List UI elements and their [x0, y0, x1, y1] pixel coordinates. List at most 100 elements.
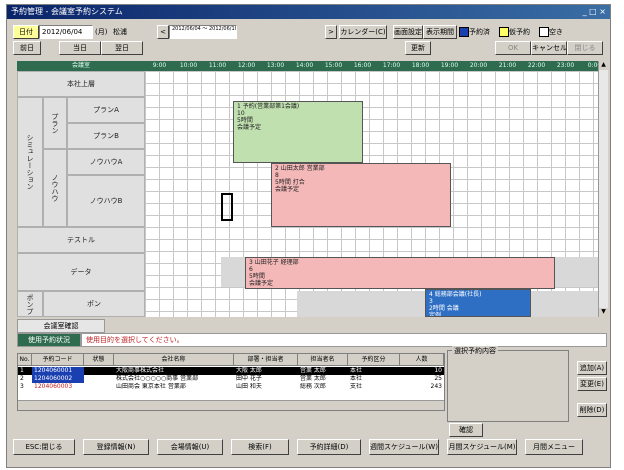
cell-code: 1204060003	[34, 383, 73, 390]
reservation-block[interactable]: 2 山田太郎 営業部 8 5時間 打合 会議予定	[271, 163, 451, 227]
weekday-extra: 松浦	[113, 28, 127, 36]
date-field[interactable]: 2012/06/04	[39, 25, 93, 39]
time-header-cell: 18:00	[411, 62, 430, 69]
ok-button[interactable]: OK	[495, 41, 531, 55]
footer-button[interactable]: 登録情報(N)	[83, 439, 149, 455]
legend-swatch-1	[459, 27, 469, 37]
room-row-4[interactable]: ノウハウB	[67, 175, 145, 227]
room-row-7[interactable]: ポン	[43, 291, 145, 317]
footer-button[interactable]: 月間メニュー	[525, 439, 583, 455]
footer-button[interactable]: 会場情報(U)	[157, 439, 223, 455]
time-header-cell: 23:00	[556, 62, 575, 69]
scroll-down-icon[interactable]: ▼	[599, 308, 608, 317]
reservation-block[interactable]: 4 総務部会議(社長) 3 2時間 会議 定例	[425, 289, 531, 317]
column-header[interactable]: 状態	[84, 354, 114, 366]
group-title: 選択予約内容	[452, 346, 498, 356]
window-title: 予約管理 - 会議室予約システム	[11, 7, 123, 16]
vertical-scrollbar[interactable]: ▲ ▼	[598, 61, 608, 317]
today-button[interactable]: 当日	[59, 41, 101, 55]
time-header-cell: 20:00	[469, 62, 488, 69]
cell-status	[84, 383, 114, 391]
room-row-2[interactable]: プランB	[67, 123, 145, 149]
period-setting-button[interactable]: 表示期間	[423, 25, 457, 39]
reservation-list[interactable]: No. 予約コード 状態 会社名称 部署・担当者 担当者名 予約区分 人数 1 …	[17, 353, 445, 411]
scroll-up-icon[interactable]: ▲	[599, 61, 608, 70]
schedule-grid[interactable]: 1 予約(営業部第1会議) 10 5時間 会議予定 2 山田太郎 営業部 8 5…	[145, 71, 598, 317]
time-header-cell: 9:00	[152, 62, 167, 69]
next-week-button[interactable]: >	[325, 25, 337, 39]
column-header[interactable]: 予約コード	[32, 354, 84, 366]
prev-day-button[interactable]: 前日	[13, 41, 41, 55]
room-row-6[interactable]: データ	[17, 253, 145, 291]
table-row[interactable]: 1 1204060001 大阪商事株式会社 大阪 太郎 営業 太郎 本社 10	[18, 367, 444, 375]
next-day-button[interactable]: 翌日	[101, 41, 143, 55]
column-header[interactable]: 予約区分	[348, 354, 400, 366]
selection-detail-group: 選択予約内容	[447, 346, 569, 422]
column-header[interactable]: 部署・担当者	[234, 354, 298, 366]
reservation-block[interactable]: 1 予約(営業部第1会議) 10 5時間 会議予定	[233, 101, 363, 163]
cell-kind: 本社	[350, 367, 363, 374]
room-row-5[interactable]: テストル	[17, 227, 145, 253]
time-header-cell: 0:00	[587, 62, 599, 69]
legend-swatch-3	[539, 27, 549, 37]
cell-code: 1204060002	[32, 375, 84, 383]
delete-button[interactable]: 削除(D)	[577, 403, 607, 417]
date-button[interactable]: 日付	[13, 25, 39, 39]
horizontal-scrollbar[interactable]	[18, 400, 444, 410]
reservation-block[interactable]: 3 山田花子 経理部 6 5時間 会議予定	[245, 257, 555, 289]
time-header-cell: 12:00	[237, 62, 256, 69]
time-header: 会議室 9:00 10:00 11:00 12:00 13:00 14:00 15:00 16:…	[17, 61, 599, 71]
cell-company: 株式会社○○○○○商事 営業部	[116, 375, 199, 382]
confirm-button[interactable]: 確認	[449, 423, 483, 437]
cell-status	[84, 367, 114, 375]
room-row-1[interactable]: プランA	[67, 97, 145, 123]
weekday-label: (月)	[95, 28, 108, 36]
legend-swatch-2	[499, 27, 509, 37]
display-setting-button[interactable]: 画面設定	[393, 25, 423, 39]
cell-person: 営業 太郎	[300, 375, 326, 382]
room-row-3[interactable]: ノウハウA	[67, 149, 145, 175]
column-header[interactable]: 担当者名	[298, 354, 348, 366]
cell-kind: 本社	[350, 375, 363, 382]
column-header[interactable]: No.	[18, 354, 32, 366]
table-row[interactable]: 3 1204060003 山田商会 東京本社 営業部 山田 和夫 総務 次郎 支…	[18, 383, 444, 391]
time-header-cell: 15:00	[324, 62, 343, 69]
column-header[interactable]: 会社名称	[114, 354, 234, 366]
footer-button[interactable]: 検索(F)	[231, 439, 289, 455]
column-header[interactable]: 人数	[400, 354, 444, 366]
status-label-1: 会議室確認	[17, 319, 105, 333]
cell-company: 山田商会 東京本社 営業部	[116, 383, 186, 390]
close-button[interactable]: 閉じる	[567, 41, 603, 55]
footer-button[interactable]: 週間スケジュール(W)	[369, 439, 439, 455]
selection-cursor[interactable]	[221, 193, 233, 221]
time-header-cell: 14:00	[295, 62, 314, 69]
edit-button[interactable]: 変更(E)	[577, 377, 607, 391]
cell-person: 総務 次郎	[300, 383, 326, 390]
time-header-cell: 10:00	[179, 62, 198, 69]
room-row-0[interactable]: 本社上層	[17, 71, 145, 97]
legend-label-2: 仮予約	[509, 28, 530, 36]
time-header-cell: 21:00	[498, 62, 517, 69]
footer-button[interactable]: 月間スケジュール(M)	[447, 439, 517, 455]
add-button[interactable]: 追加(A)	[577, 361, 607, 375]
footer-button[interactable]: ESC:閉じる	[13, 439, 75, 455]
window-controls[interactable]: _ □ ×	[583, 5, 606, 19]
cell-code: 1204060001	[32, 367, 84, 375]
cell-no: 3	[20, 383, 24, 390]
refresh-button[interactable]: 更新	[405, 41, 431, 55]
time-header-cell: 22:00	[527, 62, 546, 69]
time-header-cell: 19:00	[440, 62, 459, 69]
cell-status	[84, 375, 114, 383]
table-row[interactable]: 2 1204060002 株式会社○○○○○商事 営業部 田中 花子 営業 太郎…	[18, 375, 444, 383]
footer-button[interactable]: 予約詳細(D)	[297, 439, 361, 455]
cell-no: 1	[20, 367, 24, 374]
room-column: 本社上層 シミュレーション プラン プランA プランB ノウハウ ノウハウA ノ…	[17, 71, 145, 317]
cell-count: 10	[434, 367, 442, 374]
calendar-button[interactable]: カレンダー(C)	[339, 25, 387, 39]
cell-kind: 支社	[350, 383, 363, 390]
group-label-2: ノウハウ	[43, 149, 67, 227]
group-label-3: ポンプ	[17, 291, 43, 317]
prev-week-button[interactable]: <	[157, 25, 169, 39]
time-header-cell: 17:00	[382, 62, 401, 69]
cancel-button[interactable]: キャンセル	[531, 41, 567, 55]
